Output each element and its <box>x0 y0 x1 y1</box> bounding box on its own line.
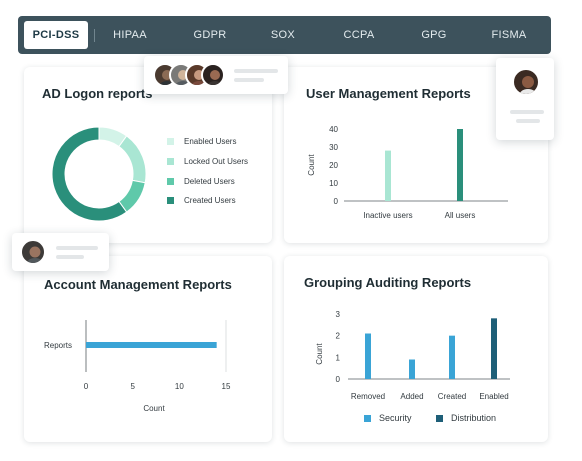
legend-item-enabled-users: Enabled Users <box>167 134 236 148</box>
placeholder-line <box>516 119 540 123</box>
legend-swatch <box>167 157 174 165</box>
placeholder-line <box>234 69 278 73</box>
legend-swatch <box>167 196 174 204</box>
person-icon <box>519 76 537 94</box>
y-tick-label: 1 <box>336 353 341 362</box>
bar-distribution-enabled <box>491 318 497 379</box>
team-avatars-card[interactable] <box>144 56 288 94</box>
placeholder-line <box>234 78 264 82</box>
bar-inactive-users <box>385 150 391 201</box>
y-tick-label: 0 <box>336 375 341 384</box>
placeholder-line <box>56 255 84 259</box>
x-tick-label: Removed <box>351 392 385 401</box>
bar-security-added <box>409 359 415 379</box>
account-management-card[interactable]: Account Management Reports 0 5 10 15 Count Re… <box>24 256 272 442</box>
x-tick-label: All users <box>445 211 476 220</box>
avatar <box>20 239 46 265</box>
legend-swatch <box>436 414 443 422</box>
y-tick-label: 0 <box>334 197 339 206</box>
card-title: AD Logon reports <box>42 86 153 101</box>
x-axis-label: Count <box>143 404 165 413</box>
legend-label: Deleted Users <box>184 176 235 186</box>
legend-label: Locked Out Users <box>184 156 249 166</box>
x-tick-label: Created <box>438 392 466 401</box>
legend-swatch <box>364 414 371 422</box>
legend-item-deleted-users: Deleted Users <box>167 174 235 188</box>
donut-chart <box>51 126 147 222</box>
bar-reports <box>86 342 217 348</box>
user-card[interactable] <box>12 233 109 271</box>
bar-security-created <box>449 335 455 379</box>
y-tick-label: 30 <box>329 143 338 152</box>
x-tick-label: Enabled <box>479 392 508 401</box>
tab-ccpa[interactable]: CCPA <box>324 21 394 49</box>
x-tick-label: 0 <box>84 382 89 391</box>
tab-gdpr[interactable]: GDPR <box>176 21 244 49</box>
y-tick-label: 3 <box>336 310 341 319</box>
donut-legend: Enabled Users Locked Out Users Deleted U… <box>167 134 267 214</box>
y-tick-label: 2 <box>336 332 341 341</box>
legend-security: Security <box>364 413 412 423</box>
grouping-auditing-card[interactable]: Grouping Auditing Reports 0 1 2 3 Count Remov… <box>284 256 548 442</box>
person-icon <box>26 246 44 263</box>
tab-sox[interactable]: SOX <box>254 21 312 49</box>
x-tick-label: 10 <box>175 382 184 391</box>
avatar <box>512 68 540 96</box>
compliance-tab-bar: PCI-DSS HIPAA GDPR SOX CCPA GPG FISMA <box>18 16 551 54</box>
legend-label: Created Users <box>184 195 236 205</box>
y-tick-label: Reports <box>44 341 72 350</box>
placeholder-line <box>510 110 544 114</box>
bar-security-removed <box>365 333 371 379</box>
tab-pci-dss[interactable]: PCI-DSS <box>24 21 88 49</box>
bar-all-users <box>457 129 463 201</box>
x-tick-label: Inactive users <box>363 211 412 220</box>
legend-distribution: Distribution <box>436 413 496 423</box>
y-tick-label: 40 <box>329 125 338 134</box>
donut-slice-locked-out-users <box>118 135 147 184</box>
y-tick-label: 20 <box>329 161 338 170</box>
legend-swatch <box>167 137 174 145</box>
y-tick-label: 10 <box>329 179 338 188</box>
avatar <box>201 63 225 87</box>
legend-item-created-users: Created Users <box>167 193 236 207</box>
grouping-auditing-bar-chart: 0 1 2 3 Count Removed Added Created Enabled <box>315 310 510 401</box>
profile-card[interactable] <box>496 58 554 140</box>
legend-label: Enabled Users <box>184 136 237 146</box>
y-axis-label: Count <box>315 343 324 365</box>
x-tick-label: 15 <box>222 382 231 391</box>
x-tick-label: Added <box>400 392 423 401</box>
tab-fisma[interactable]: FISMA <box>474 21 544 49</box>
legend-label: Security <box>379 413 412 423</box>
legend-label: Distribution <box>451 413 497 423</box>
legend-item-locked-out-users: Locked Out Users <box>167 154 248 168</box>
person-icon <box>207 70 223 85</box>
tab-divider <box>94 29 95 42</box>
x-tick-label: 5 <box>130 382 135 391</box>
placeholder-line <box>56 246 98 250</box>
account-management-bar-chart: 0 5 10 15 Count Reports <box>44 320 231 413</box>
tab-gpg[interactable]: GPG <box>406 21 462 49</box>
tab-hipaa[interactable]: HIPAA <box>98 21 162 49</box>
legend-swatch <box>167 177 174 185</box>
y-axis-label: Count <box>307 154 316 176</box>
